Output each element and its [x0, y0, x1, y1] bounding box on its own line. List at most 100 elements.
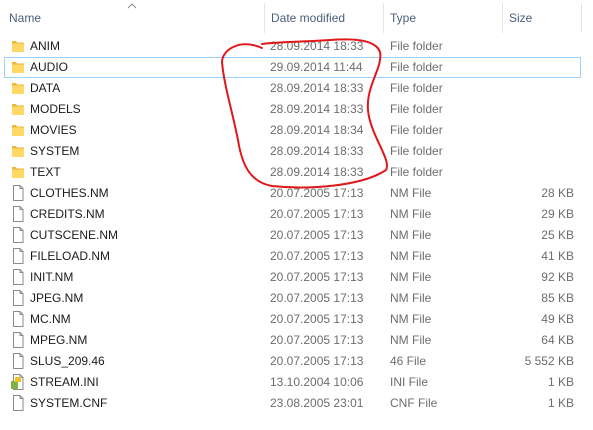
file-date-modified: 20.07.2005 17:13 [270, 312, 364, 326]
file-icon [13, 248, 24, 264]
file-name: MODELS [30, 102, 81, 116]
type-column-header[interactable]: Type [384, 0, 502, 34]
folder-icon [12, 146, 24, 157]
file-row[interactable]: CUTSCENE.NM 20.07.2005 17:13 NM File 25 KB [0, 225, 593, 246]
file-icon [13, 395, 24, 411]
file-icon [13, 206, 24, 222]
file-type: File folder [390, 123, 443, 137]
file-size: 25 KB [541, 228, 574, 242]
file-size: 85 KB [541, 291, 574, 305]
file-type: 46 File [390, 354, 427, 368]
file-list: ANIM 28.09.2014 18:33 File folder AUDIO 29.0… [0, 36, 593, 414]
file-icon [13, 353, 24, 369]
file-type: File folder [390, 60, 443, 74]
file-icon [13, 290, 24, 306]
file-date-modified: 13.10.2004 10:06 [270, 375, 364, 389]
file-size: 64 KB [541, 333, 574, 347]
file-name: JPEG.NM [30, 291, 84, 305]
file-type: File folder [390, 144, 443, 158]
folder-icon [12, 125, 24, 136]
folder-icon [12, 104, 24, 115]
file-name: MOVIES [30, 123, 77, 137]
file-row[interactable]: CREDITS.NM 20.07.2005 17:13 NM File 29 KB [0, 204, 593, 225]
file-type: NM File [390, 186, 432, 200]
file-name: CLOTHES.NM [30, 186, 109, 200]
column-divider[interactable] [581, 3, 582, 33]
file-name: MPEG.NM [30, 333, 88, 347]
file-date-modified: 20.07.2005 17:13 [270, 186, 364, 200]
file-row[interactable]: SYSTEM 28.09.2014 18:33 File folder [0, 141, 593, 162]
file-name: SLUS_209.46 [30, 354, 105, 368]
file-size: 28 KB [541, 186, 574, 200]
file-row[interactable]: MOVIES 28.09.2014 18:34 File folder [0, 120, 593, 141]
file-row[interactable]: INIT.NM 20.07.2005 17:13 NM File 92 KB [0, 267, 593, 288]
file-date-modified: 28.09.2014 18:34 [270, 123, 364, 137]
file-name: DATA [30, 81, 61, 95]
file-icon [13, 185, 24, 201]
date-column-header[interactable]: Date modified [265, 0, 383, 34]
file-name: STREAM.INI [30, 375, 99, 389]
file-date-modified: 28.09.2014 18:33 [270, 39, 364, 53]
file-date-modified: 20.07.2005 17:13 [270, 291, 364, 305]
file-size: 5 552 KB [524, 354, 574, 368]
file-icon [13, 227, 24, 243]
file-size: 41 KB [541, 249, 574, 263]
file-name: FILELOAD.NM [30, 249, 111, 263]
size-column-header[interactable]: Size [503, 0, 581, 34]
file-date-modified: 23.08.2005 23:01 [270, 396, 364, 410]
file-date-modified: 20.07.2005 17:13 [270, 207, 364, 221]
file-type: NM File [390, 249, 432, 263]
file-size: 29 KB [541, 207, 574, 221]
file-name: AUDIO [30, 60, 69, 74]
name-column-header[interactable]: Name [3, 0, 263, 34]
file-row[interactable]: SYSTEM.CNF 23.08.2005 23:01 CNF File 1 KB [0, 393, 593, 414]
file-type: File folder [390, 165, 443, 179]
file-type: File folder [390, 39, 443, 53]
file-name: SYSTEM.CNF [30, 396, 108, 410]
file-name: TEXT [30, 165, 61, 179]
file-row[interactable]: MPEG.NM 20.07.2005 17:13 NM File 64 KB [0, 330, 593, 351]
file-row[interactable]: STREAM.INI 13.10.2004 10:06 INI File 1 KB [0, 372, 593, 393]
file-row[interactable]: MODELS 28.09.2014 18:33 File folder [0, 99, 593, 120]
file-type: File folder [390, 81, 443, 95]
folder-icon [12, 62, 24, 73]
file-row[interactable]: ANIM 28.09.2014 18:33 File folder [0, 36, 593, 57]
file-row[interactable]: JPEG.NM 20.07.2005 17:13 NM File 85 KB [0, 288, 593, 309]
file-date-modified: 20.07.2005 17:13 [270, 354, 364, 368]
file-size: 92 KB [541, 270, 574, 284]
file-name: INIT.NM [30, 270, 74, 284]
file-icon [13, 269, 24, 285]
file-date-modified: 29.09.2014 11:44 [270, 60, 363, 74]
file-name: ANIM [30, 39, 60, 53]
file-date-modified: 28.09.2014 18:33 [270, 81, 364, 95]
file-row[interactable]: AUDIO 29.09.2014 11:44 File folder [0, 57, 593, 78]
folder-icon [12, 41, 24, 52]
file-date-modified: 20.07.2005 17:13 [270, 249, 364, 263]
file-name: MC.NM [30, 312, 71, 326]
file-date-modified: 28.09.2014 18:33 [270, 165, 364, 179]
file-size: 1 KB [547, 375, 574, 389]
file-row[interactable]: TEXT 28.09.2014 18:33 File folder [0, 162, 593, 183]
file-date-modified: 20.07.2005 17:13 [270, 333, 364, 347]
file-name: CREDITS.NM [30, 207, 105, 221]
file-type: NM File [390, 312, 432, 326]
file-type: CNF File [390, 396, 438, 410]
file-date-modified: 28.09.2014 18:33 [270, 144, 364, 158]
file-date-modified: 20.07.2005 17:13 [270, 270, 364, 284]
folder-icon [12, 167, 24, 178]
column-header-bar: Name Date modified Type Size [0, 0, 593, 34]
file-row[interactable]: CLOTHES.NM 20.07.2005 17:13 NM File 28 KB [0, 183, 593, 204]
file-type: NM File [390, 291, 432, 305]
file-row[interactable]: MC.NM 20.07.2005 17:13 NM File 49 KB [0, 309, 593, 330]
file-date-modified: 28.09.2014 18:33 [270, 102, 364, 116]
file-icon [13, 311, 24, 327]
file-type: NM File [390, 207, 432, 221]
file-row[interactable]: SLUS_209.46 20.07.2005 17:13 46 File 5 552 … [0, 351, 593, 372]
ini-file-icon [11, 374, 24, 390]
file-row[interactable]: DATA 28.09.2014 18:33 File folder [0, 78, 593, 99]
file-size: 1 KB [547, 396, 574, 410]
file-date-modified: 20.07.2005 17:13 [270, 228, 364, 242]
file-icon [13, 332, 24, 348]
file-row[interactable]: FILELOAD.NM 20.07.2005 17:13 NM File 41 KB [0, 246, 593, 267]
file-name: SYSTEM [30, 144, 80, 158]
